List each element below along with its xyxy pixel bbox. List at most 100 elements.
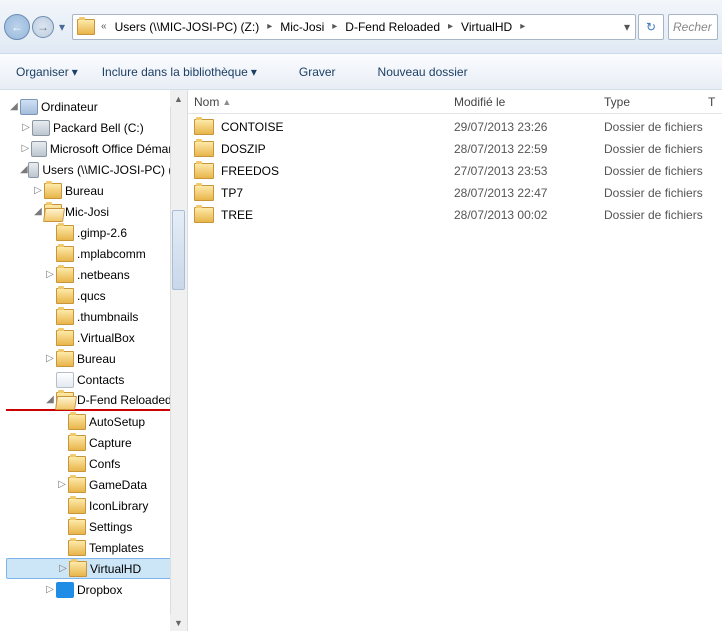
search-input[interactable]: Recher [668, 14, 718, 40]
tree-thumbnails[interactable]: .thumbnails [6, 306, 187, 327]
collapse-icon[interactable]: ◢ [32, 206, 44, 217]
folder-icon [56, 309, 74, 325]
breadcrumb-segment-virtualhd[interactable]: VirtualHD [455, 15, 518, 39]
tree-label: AutoSetup [89, 415, 145, 429]
tree-autosetup[interactable]: AutoSetup [6, 411, 187, 432]
new-folder-button[interactable]: Nouveau dossier [368, 61, 478, 83]
file-row[interactable]: CONTOISE29/07/2013 23:26Dossier de fichi… [188, 116, 722, 138]
column-header-modified[interactable]: Modifié le [448, 90, 598, 113]
breadcrumb-bar[interactable]: « Users (\\MIC-JOSI-PC) (Z:) ▸ Mic-Josi … [72, 14, 636, 40]
tree-capture[interactable]: Capture [6, 432, 187, 453]
tree-virtualhd[interactable]: ▷ VirtualHD [6, 558, 187, 579]
tree-dfend[interactable]: ◢D-Fend Reloaded [6, 390, 187, 411]
tree-label: Capture [89, 436, 132, 450]
file-modified: 27/07/2013 23:53 [448, 164, 598, 178]
nav-history-button[interactable]: ▾ [56, 14, 68, 40]
folder-icon [56, 267, 74, 283]
refresh-icon: ↻ [646, 20, 656, 34]
tree-gimp[interactable]: .gimp-2.6 [6, 222, 187, 243]
chevron-right-icon[interactable]: ▸ [330, 21, 339, 32]
burn-button[interactable]: Graver [289, 61, 346, 83]
tree-confs[interactable]: Confs [6, 453, 187, 474]
expand-icon[interactable]: ▷ [20, 143, 31, 154]
file-row[interactable]: TP728/07/2013 22:47Dossier de fichiers [188, 182, 722, 204]
scroll-down-button[interactable]: ▼ [170, 614, 187, 631]
tree-bureau2[interactable]: ▷ Bureau [6, 348, 187, 369]
column-header-size[interactable]: T [702, 90, 722, 113]
tree-users-z[interactable]: ◢ Users (\\MIC-JOSI-PC) (Z: [6, 159, 187, 180]
file-modified: 28/07/2013 22:59 [448, 142, 598, 156]
arrow-left-icon: ← [11, 20, 23, 34]
tree-templates[interactable]: Templates [6, 537, 187, 558]
file-list-pane: Nom▲ Modifié le Type T CONTOISE29/07/201… [188, 90, 722, 631]
tree-micjosi[interactable]: ◢Mic-Josi [6, 201, 187, 222]
tree-label: .qucs [77, 289, 106, 303]
column-label: Nom [194, 95, 219, 109]
breadcrumb-segment-micjosi[interactable]: Mic-Josi [274, 15, 330, 39]
tree-bureau[interactable]: ▷Bureau [6, 180, 187, 201]
expand-icon[interactable]: ▷ [32, 185, 44, 196]
drive-icon [32, 120, 50, 136]
tree-virtualbox[interactable]: .VirtualBox [6, 327, 187, 348]
collapse-icon[interactable]: ◢ [8, 101, 20, 112]
tree-qucs[interactable]: .qucs [6, 285, 187, 306]
chevron-right-icon[interactable]: ▸ [518, 21, 527, 32]
tree-gamedata[interactable]: ▷GameData [6, 474, 187, 495]
file-name: TREE [221, 208, 253, 222]
file-modified: 28/07/2013 22:47 [448, 186, 598, 200]
organize-button[interactable]: Organiser ▾ [6, 61, 88, 83]
contacts-icon [56, 372, 74, 388]
annotation-underline [109, 39, 528, 40]
tree-contacts[interactable]: Contacts [6, 369, 187, 390]
chevron-right-icon[interactable]: ▸ [446, 21, 455, 32]
column-header-type[interactable]: Type [598, 90, 702, 113]
file-name: FREEDOS [221, 164, 279, 178]
file-row[interactable]: TREE28/07/2013 00:02Dossier de fichiers [188, 204, 722, 226]
scroll-up-button[interactable]: ▲ [170, 90, 187, 107]
column-header-name[interactable]: Nom▲ [188, 90, 448, 113]
nav-back-button[interactable]: ← [4, 14, 30, 40]
include-library-button[interactable]: Inclure dans la bibliothèque ▾ [92, 61, 267, 83]
expand-icon[interactable]: ▷ [44, 353, 56, 364]
expand-icon[interactable]: ▷ [44, 269, 56, 280]
collapse-icon[interactable]: ◢ [20, 164, 28, 175]
file-row[interactable]: FREEDOS27/07/2013 23:53Dossier de fichie… [188, 160, 722, 182]
tree-settings[interactable]: Settings [6, 516, 187, 537]
chevron-right-icon[interactable]: ▸ [265, 21, 274, 32]
overflow-chevron-icon[interactable]: « [99, 21, 109, 32]
tree-root-computer[interactable]: ◢Ordinateur [6, 96, 187, 117]
tree-dropbox[interactable]: ▷Dropbox [6, 579, 187, 600]
tree-label: Bureau [77, 352, 116, 366]
tree-label: VirtualHD [90, 562, 141, 576]
tree-scrollbar[interactable]: ▲ ▼ [170, 90, 187, 631]
nav-forward-button[interactable]: → [32, 16, 54, 38]
tree-drive-c[interactable]: ▷Packard Bell (C:) [6, 117, 187, 138]
address-dropdown-button[interactable]: ▾ [619, 20, 635, 34]
expand-icon[interactable]: ▷ [56, 479, 68, 490]
expand-icon[interactable]: ▷ [20, 122, 32, 133]
tree-netbeans[interactable]: ▷.netbeans [6, 264, 187, 285]
file-name: CONTOISE [221, 120, 283, 134]
folder-open-icon [56, 392, 74, 408]
file-type: Dossier de fichiers [598, 120, 722, 134]
refresh-button[interactable]: ↻ [638, 14, 664, 40]
tree-mplab[interactable]: .mplabcomm [6, 243, 187, 264]
column-header-row: Nom▲ Modifié le Type T [188, 90, 722, 114]
file-rows: CONTOISE29/07/2013 23:26Dossier de fichi… [188, 114, 722, 631]
breadcrumb-segment-dfend[interactable]: D-Fend Reloaded [339, 15, 446, 39]
chevron-down-icon: ▾ [59, 20, 65, 34]
expand-icon[interactable]: ▷ [44, 584, 56, 595]
include-label: Inclure dans la bibliothèque [102, 65, 248, 79]
tree-msoffice[interactable]: ▷Microsoft Office Démarre [6, 138, 187, 159]
breadcrumb-segment-users[interactable]: Users (\\MIC-JOSI-PC) (Z:) [109, 15, 266, 39]
folder-icon [56, 246, 74, 262]
tree-label: Users (\\MIC-JOSI-PC) (Z: [42, 163, 183, 177]
dropbox-icon [56, 582, 74, 598]
tree-label: Templates [89, 541, 144, 555]
scroll-thumb[interactable] [172, 210, 185, 290]
expand-icon[interactable]: ▷ [57, 563, 69, 574]
tree-iconlib[interactable]: IconLibrary [6, 495, 187, 516]
file-row[interactable]: DOSZIP28/07/2013 22:59Dossier de fichier… [188, 138, 722, 160]
folder-icon [68, 414, 86, 430]
collapse-icon[interactable]: ◢ [44, 394, 56, 405]
